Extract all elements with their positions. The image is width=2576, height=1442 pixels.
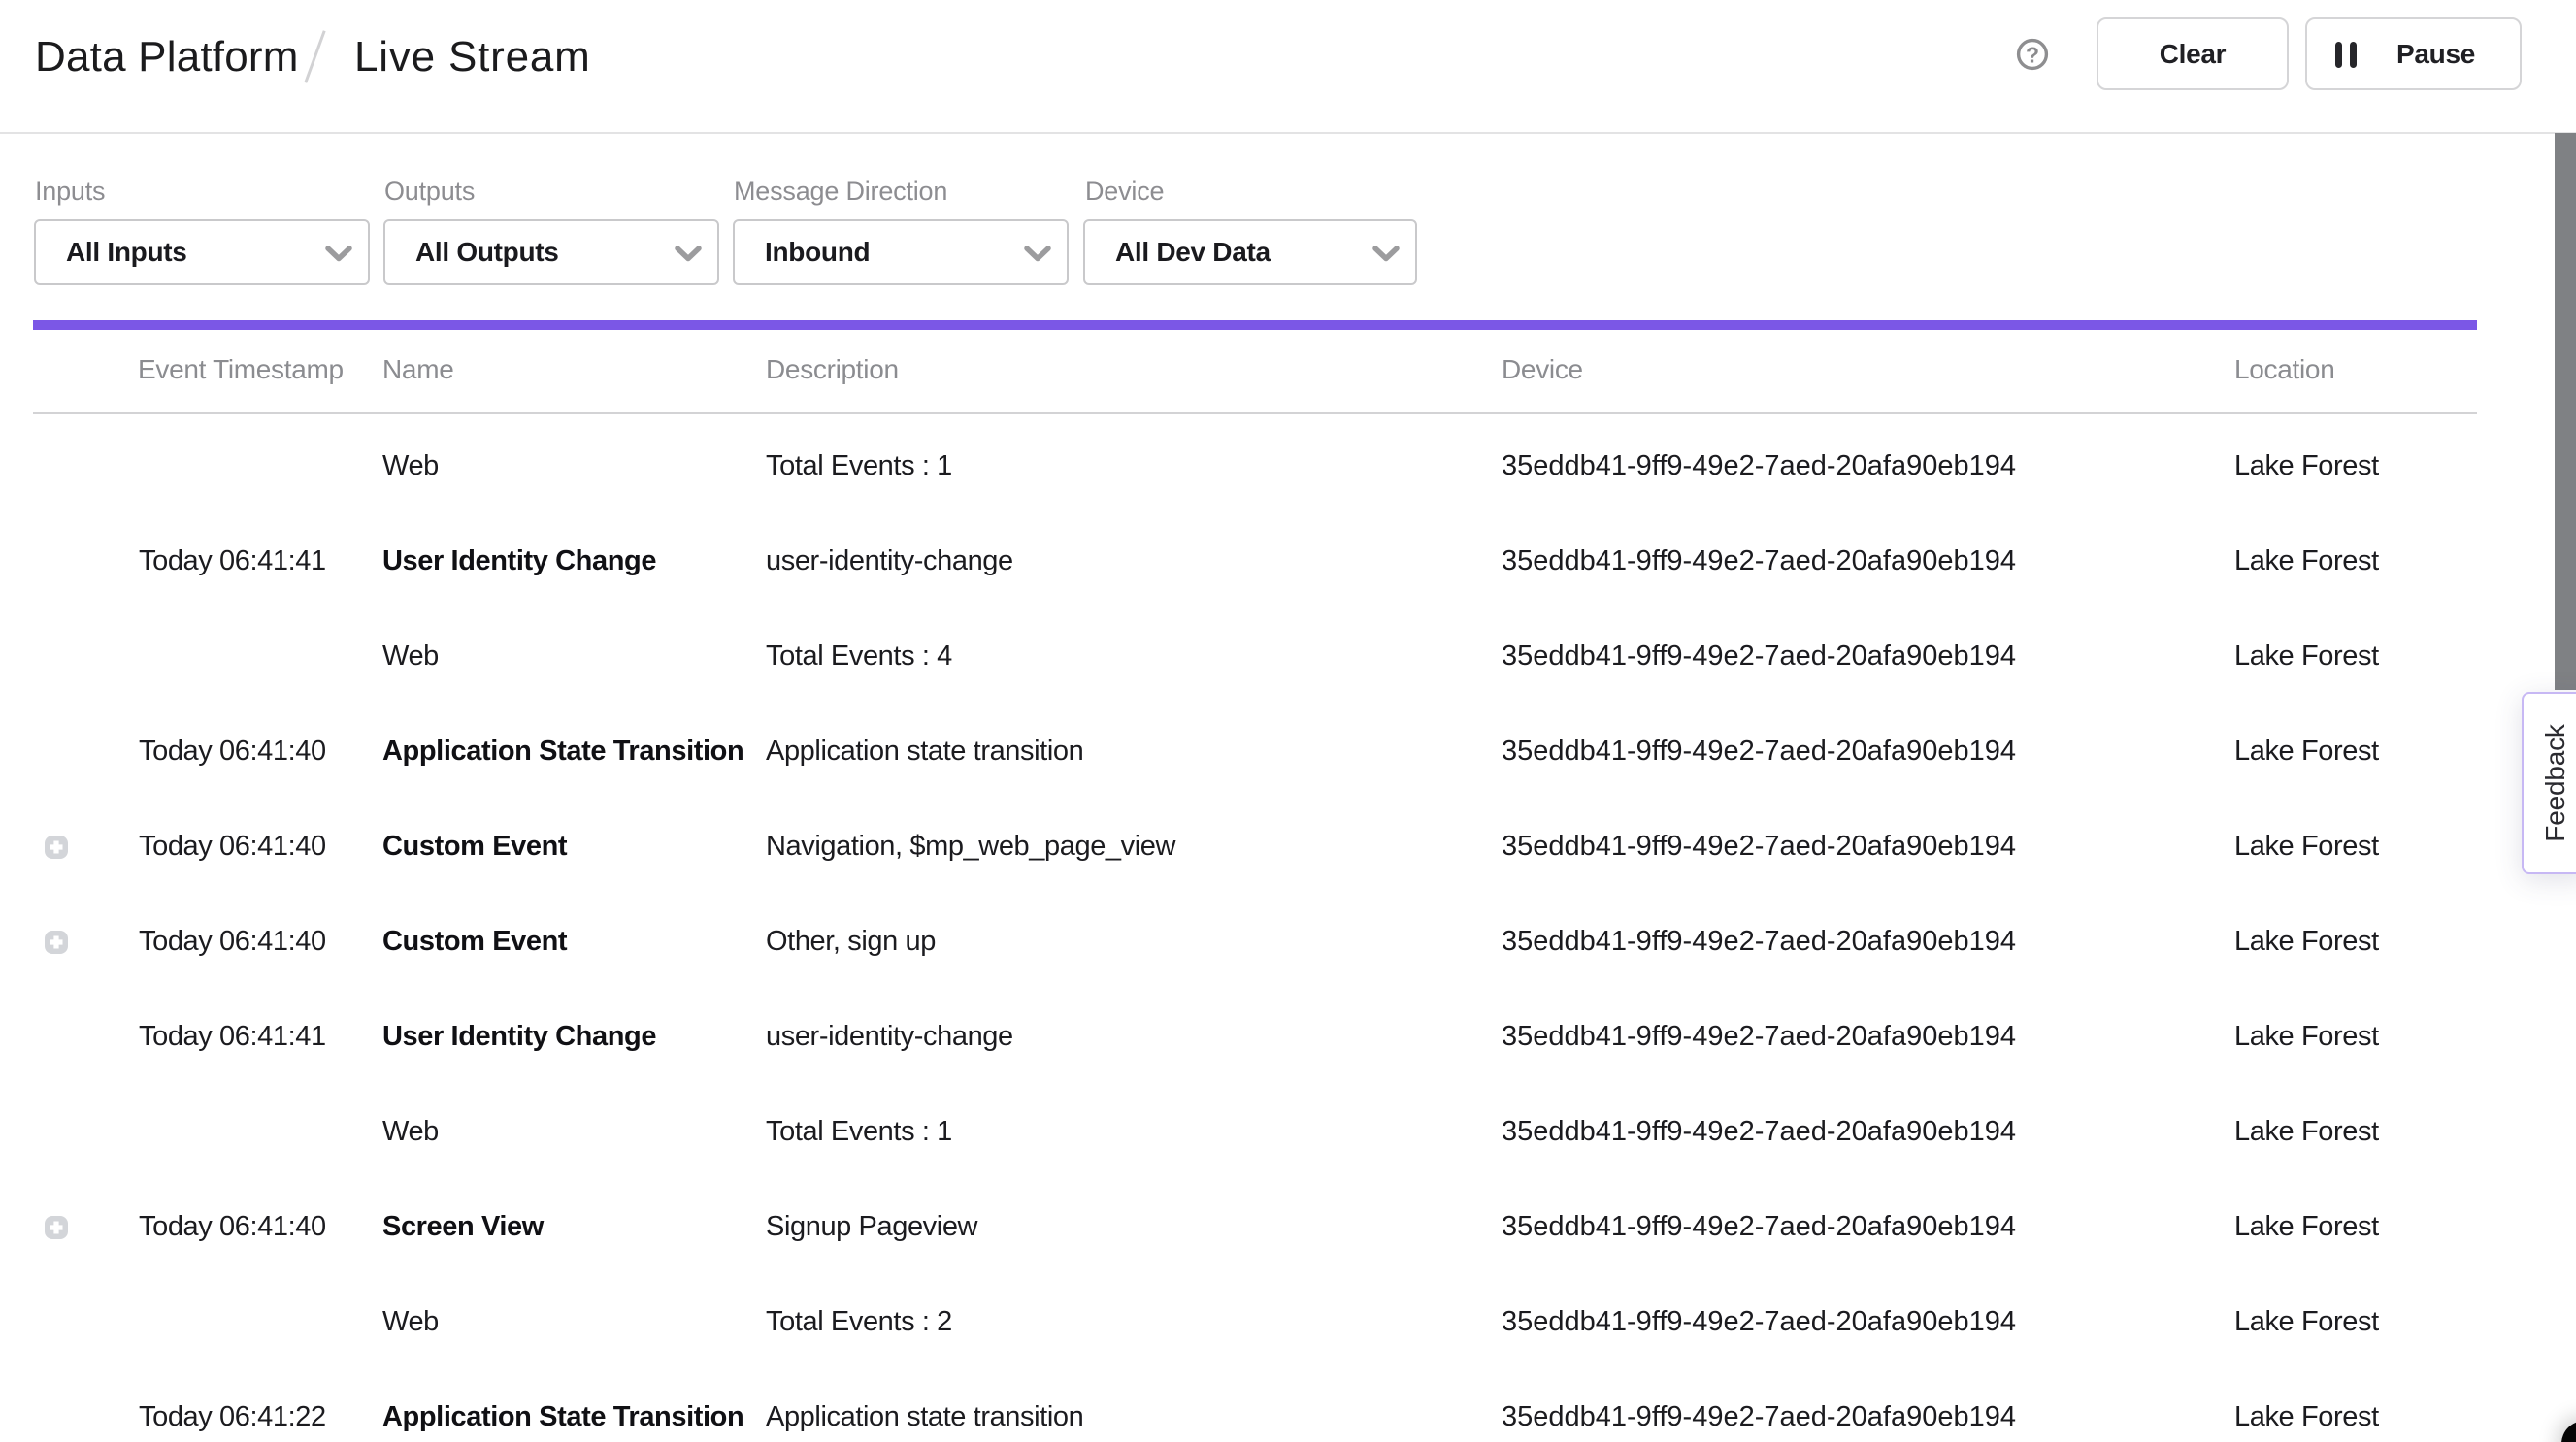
- svg-text:?: ?: [2026, 43, 2039, 68]
